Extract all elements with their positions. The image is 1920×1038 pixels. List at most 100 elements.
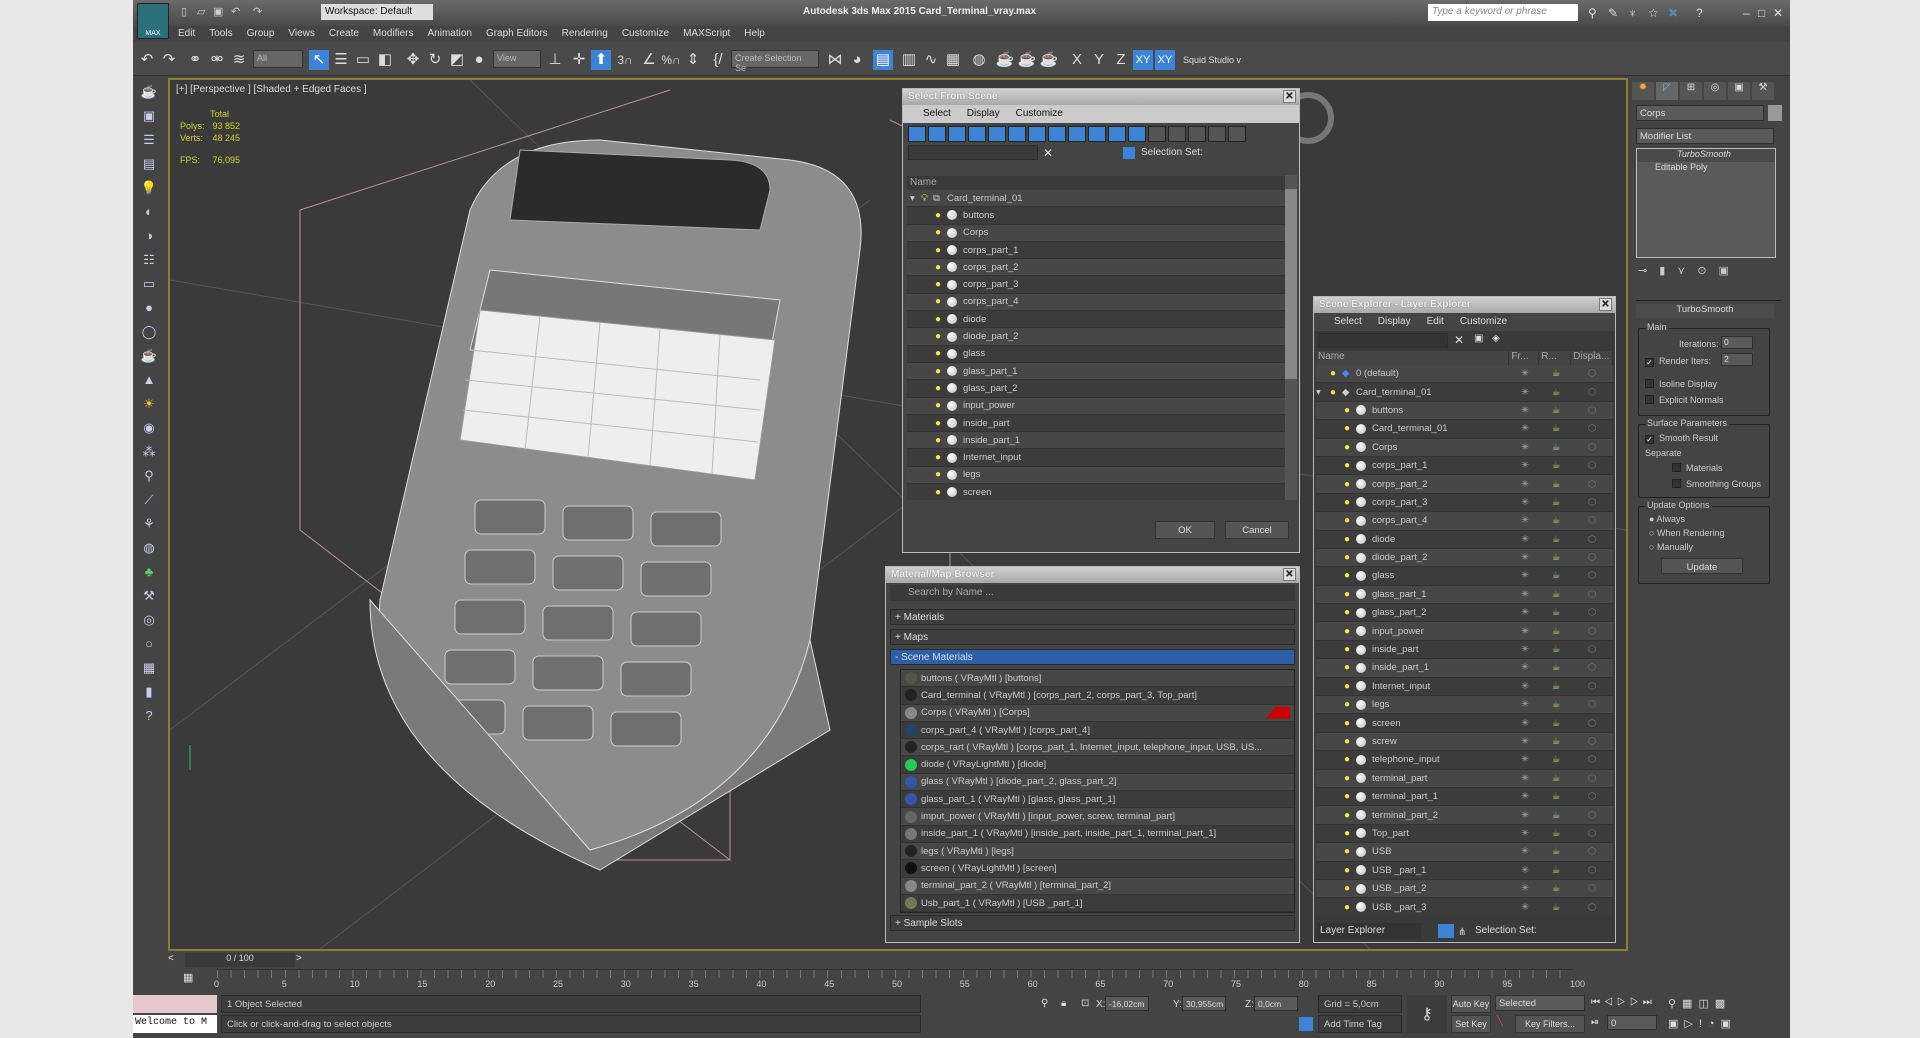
when-rendering-radio[interactable]: ○ When Rendering — [1649, 528, 1724, 538]
display-box-icon[interactable]: ⬡ — [1572, 368, 1612, 379]
freeze-icon[interactable]: ✳ — [1510, 902, 1540, 913]
save-icon[interactable]: ▣ — [213, 5, 223, 18]
display-box-icon[interactable]: ⬡ — [1572, 570, 1612, 581]
menu-select[interactable]: Select — [923, 108, 951, 120]
rendered-frame-icon[interactable]: ☕ — [1017, 50, 1037, 70]
select-manipulate-icon[interactable]: ✛ — [569, 50, 589, 70]
filter-toggle-icon[interactable] — [1168, 126, 1186, 142]
render-teapot-icon[interactable]: ☕︎ — [1540, 736, 1572, 747]
render-teapot-icon[interactable]: ☕︎ — [1540, 883, 1572, 894]
freeze-icon[interactable]: ✳ — [1510, 570, 1540, 581]
axis-x-button[interactable]: X — [1067, 50, 1087, 70]
create-tab-icon[interactable]: ✹ — [1632, 82, 1654, 100]
cone-icon[interactable]: ▲ — [138, 372, 160, 390]
menu-display[interactable]: Display — [1378, 316, 1411, 328]
schematic-view-icon[interactable]: ▦ — [943, 50, 963, 70]
viewport-nav-icons-2[interactable]: ▣▷!◔▣ — [1668, 1017, 1737, 1030]
material-editor-icon[interactable]: ◍ — [969, 50, 989, 70]
filter-toggle-icon[interactable] — [1228, 126, 1246, 142]
menu-display[interactable]: Display — [967, 108, 1000, 120]
current-frame-field[interactable]: 0 — [1607, 1015, 1657, 1030]
layer-item[interactable]: ● terminal_part ✳ ☕︎ ⬡ — [1316, 769, 1613, 788]
modifier-editable-poly[interactable]: Editable Poly — [1637, 162, 1775, 175]
angle-snap-icon[interactable]: ∠ — [639, 50, 659, 70]
filter-toggle-icon[interactable] — [1068, 126, 1086, 142]
update-button[interactable]: Update — [1661, 558, 1743, 574]
render-teapot-icon[interactable]: ☕︎ — [1540, 828, 1572, 839]
auto-key-button[interactable]: Auto Key — [1451, 995, 1491, 1013]
display-tab-icon[interactable]: ▣ — [1728, 82, 1750, 100]
layer-item[interactable]: ● corps_part_2 ✳ ☕︎ ⬡ — [1316, 475, 1613, 494]
pipe-icon[interactable]: ⚲ — [138, 468, 160, 486]
freeze-icon[interactable]: ✳ — [1510, 626, 1540, 637]
render-teapot-icon[interactable]: ☕︎ — [1540, 405, 1572, 416]
workspace-dropdown[interactable]: Workspace: Default — [321, 4, 433, 20]
list-item[interactable]: ● inside_part — [907, 414, 1285, 433]
satellite-icon[interactable]: ♆ — [1628, 6, 1637, 20]
modify-tab-icon[interactable]: ◸ — [1656, 82, 1678, 100]
help-icon[interactable]: ? — [138, 708, 160, 726]
layer-item[interactable]: ● corps_part_1 ✳ ☕︎ ⬡ — [1316, 456, 1613, 476]
render-teapot-icon[interactable]: ☕︎ — [1540, 515, 1572, 526]
explicit-normals-checkbox[interactable]: Explicit Normals — [1645, 395, 1724, 405]
display-box-icon[interactable]: ⬡ — [1572, 387, 1612, 398]
list-item[interactable]: ● buttons — [907, 207, 1285, 225]
close-icon[interactable]: ✕ — [1773, 6, 1783, 20]
list-item[interactable]: ● corps_part_4 — [907, 293, 1285, 312]
freeze-icon[interactable]: ✳ — [1510, 828, 1540, 839]
render-teapot-icon[interactable]: ☕︎ — [1540, 460, 1572, 471]
freeze-icon[interactable]: ✳ — [1510, 460, 1540, 471]
render-teapot-icon[interactable]: ☕︎ — [1540, 368, 1572, 379]
isolate-icon[interactable]: ⚲ — [1041, 998, 1048, 1009]
layer-item[interactable]: ● USB _part_1 ✳ ☕︎ ⬡ — [1316, 861, 1613, 880]
particles-icon[interactable]: ⁂ — [138, 444, 160, 462]
menu-graph-editors[interactable]: Graph Editors — [486, 28, 548, 42]
tape-icon[interactable]: ⟋ — [138, 492, 160, 510]
layer-item[interactable]: ● Top_part ✳ ☕︎ ⬡ — [1316, 824, 1613, 844]
display-box-icon[interactable]: ⬡ — [1572, 607, 1612, 618]
menu-select[interactable]: Select — [1334, 316, 1362, 328]
undo-icon[interactable]: ↶ — [137, 50, 157, 70]
set-key-button[interactable]: Set Key — [1451, 1015, 1491, 1033]
panel-icon[interactable]: ▮ — [138, 684, 160, 702]
light-icon[interactable]: 💡 — [138, 180, 160, 198]
teapot-icon[interactable]: ☕ — [138, 84, 160, 102]
layer-item[interactable]: ● screen ✳ ☕︎ ⬡ — [1316, 714, 1613, 733]
explorer-mode-dropdown[interactable]: Layer Explorer — [1317, 923, 1421, 939]
section-header[interactable]: + Sample Slots — [890, 915, 1295, 932]
ribbon-icon[interactable]: ☷ — [138, 252, 160, 270]
snaps-toggle-icon[interactable]: 3∩ — [615, 50, 635, 70]
key-filters-button[interactable]: Key Filters... — [1515, 1015, 1585, 1033]
list-item[interactable]: ● Corps — [907, 224, 1285, 242]
display-box-icon[interactable]: ⬡ — [1572, 810, 1612, 821]
layer-item[interactable]: ● glass ✳ ☕︎ ⬡ — [1316, 567, 1613, 586]
freeze-icon[interactable]: ✳ — [1510, 442, 1540, 453]
display-box-icon[interactable]: ⬡ — [1572, 460, 1612, 471]
manually-radio[interactable]: ○ Manually — [1649, 542, 1693, 552]
lock-icon[interactable]: 🔒︎ — [1061, 998, 1066, 1009]
binoculars-icon[interactable]: ⚲ — [1588, 6, 1597, 20]
clear-icon[interactable]: ✕ — [1043, 146, 1053, 160]
freeze-icon[interactable]: ✳ — [1510, 846, 1540, 857]
display-box-icon[interactable]: ⬡ — [1572, 589, 1612, 600]
hierarchy-icon[interactable]: ⋔ — [1458, 927, 1466, 938]
curve-editor-icon[interactable]: ∿ — [921, 50, 941, 70]
column-header-2[interactable]: R... — [1539, 351, 1572, 365]
list-item[interactable]: ● corps_part_2 — [907, 259, 1285, 277]
mirror-icon[interactable]: ⋈ — [825, 50, 845, 70]
bones-icon[interactable]: ⚘ — [138, 516, 160, 534]
layer-item[interactable]: ● terminal_part_2 ✳ ☕︎ ⬡ — [1316, 806, 1613, 825]
camera-icon[interactable]: ◐ — [138, 204, 160, 222]
list-item[interactable]: ● glass_part_1 — [907, 362, 1285, 381]
material-icon[interactable]: ◎ — [138, 612, 160, 630]
filter-toggle-icon[interactable] — [1208, 126, 1226, 142]
layer-item[interactable]: ● screw ✳ ☕︎ ⬡ — [1316, 732, 1613, 752]
display-box-icon[interactable]: ⬡ — [1572, 479, 1612, 490]
layer-item[interactable]: ● USB _part_3 ✳ ☕︎ ⬡ — [1316, 898, 1613, 915]
filter-toggle-icon[interactable] — [1148, 126, 1166, 142]
time-config-icon[interactable]: ⏯ — [1591, 1017, 1599, 1028]
isoline-display-checkbox[interactable]: Isoline Display — [1645, 379, 1717, 389]
render-iters-spinner[interactable]: 2 — [1721, 353, 1753, 366]
column-header-1[interactable]: Fr... — [1509, 351, 1540, 365]
freeze-icon[interactable]: ✳ — [1510, 552, 1540, 563]
